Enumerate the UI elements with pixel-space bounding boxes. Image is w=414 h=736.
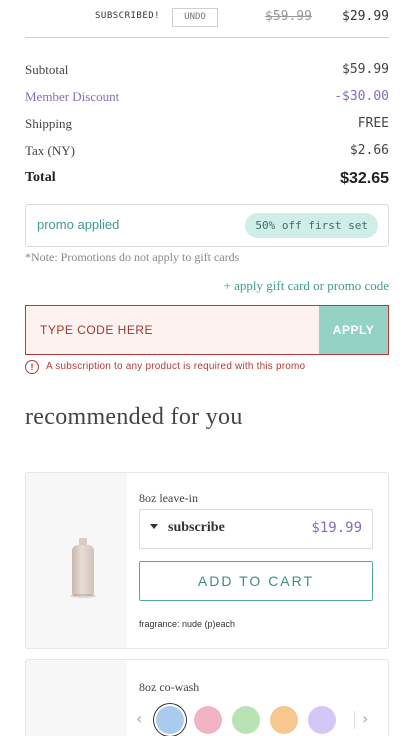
summary-label: Shipping — [25, 116, 72, 131]
product-name[interactable]: 8oz leave-in — [139, 491, 198, 506]
product-price: $19.99 — [311, 520, 362, 536]
summary-row-member-discount: Member Discount -$30.00 — [25, 85, 389, 112]
summary-value: FREE — [357, 116, 389, 131]
color-swatch[interactable] — [232, 706, 260, 734]
apply-gift-card-link[interactable]: + apply gift card or promo code — [224, 278, 389, 294]
bottle-icon — [70, 538, 96, 598]
carousel-divider — [354, 711, 355, 729]
promo-code-form: APPLY — [25, 305, 389, 355]
promo-code-input[interactable] — [26, 306, 319, 354]
summary-value: $2.66 — [349, 143, 389, 158]
error-icon: ! — [25, 360, 39, 374]
product-image[interactable] — [26, 473, 127, 648]
subscription-row: SUBSCRIBED! UNDO $59.99 $29.99 — [25, 0, 389, 38]
order-summary: Subtotal $59.99 Member Discount -$30.00 … — [25, 58, 389, 193]
chevron-left-icon[interactable]: ‹ — [136, 709, 142, 728]
chevron-right-icon[interactable]: › — [362, 709, 368, 728]
summary-row-subtotal: Subtotal $59.99 — [25, 58, 389, 85]
subscription-price: $29.99 — [342, 9, 389, 24]
promo-badge: 50% off first set — [245, 213, 378, 238]
swatch-carousel: ‹ › — [136, 705, 376, 736]
undo-button[interactable]: UNDO — [172, 8, 218, 27]
summary-value: -$30.00 — [334, 89, 389, 104]
promo-error: ! A subscription to any product is requi… — [25, 360, 389, 376]
original-price: $59.99 — [265, 9, 312, 24]
color-swatch[interactable] — [156, 706, 184, 734]
summary-label: Tax (NY) — [25, 143, 75, 158]
add-to-cart-button[interactable]: ADD TO CART — [139, 561, 373, 601]
summary-label: Subtotal — [25, 62, 69, 77]
summary-label: Member Discount — [25, 89, 120, 104]
product-card-co-wash: 8oz co-wash ‹ › — [25, 659, 389, 736]
apply-button[interactable]: APPLY — [319, 306, 388, 354]
color-swatch[interactable] — [194, 706, 222, 734]
summary-value: $32.65 — [340, 170, 389, 187]
fragrance-label: fragrance: nude (p)each — [139, 619, 236, 629]
color-swatch[interactable] — [308, 706, 336, 734]
caret-down-icon — [150, 524, 158, 529]
color-swatch[interactable] — [270, 706, 298, 734]
purchase-option-label: subscribe — [168, 520, 225, 535]
product-image[interactable] — [26, 660, 127, 736]
subscribed-label: SUBSCRIBED! — [95, 11, 161, 21]
summary-row-tax: Tax (NY) $2.66 — [25, 139, 389, 166]
promo-note: *Note: Promotions do not apply to gift c… — [25, 250, 240, 264]
purchase-option-select[interactable]: subscribe $19.99 — [139, 509, 373, 549]
product-card-leave-in: 8oz leave-in subscribe $19.99 ADD TO CAR… — [25, 472, 389, 649]
summary-value: $59.99 — [342, 62, 389, 77]
promo-status: promo applied — [37, 217, 120, 232]
summary-row-shipping: Shipping FREE — [25, 112, 389, 139]
promo-applied-box: promo applied 50% off first set — [25, 204, 389, 247]
summary-label: Total — [25, 170, 56, 185]
recommended-title: recommended for you — [25, 404, 243, 430]
summary-row-total: Total $32.65 — [25, 166, 389, 193]
product-name[interactable]: 8oz co-wash — [139, 680, 199, 695]
error-message: A subscription to any product is require… — [46, 361, 306, 372]
